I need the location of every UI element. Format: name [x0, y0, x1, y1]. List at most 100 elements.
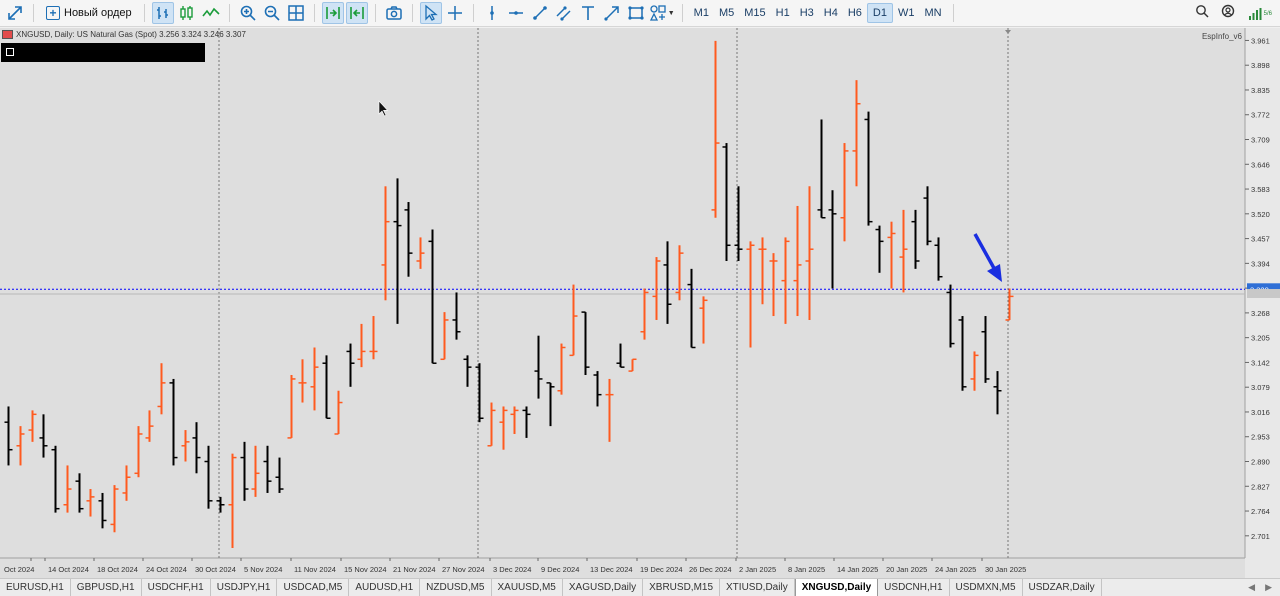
price-tick-label: 3.898: [1251, 61, 1270, 70]
date-tick-label: 9 Dec 2024: [541, 565, 579, 574]
tab-xtiusd-daily[interactable]: XTIUSD,Daily: [720, 579, 795, 596]
timeframe-m15[interactable]: M15: [739, 3, 770, 23]
new-order-icon: +: [46, 6, 60, 20]
date-tick-label: Oct 2024: [4, 565, 34, 574]
toolbar-divider: [33, 4, 34, 22]
price-tick-label: 3.016: [1251, 408, 1270, 417]
text-icon[interactable]: [577, 2, 599, 24]
restore-icon[interactable]: [6, 48, 14, 56]
price-chart[interactable]: 3.961 3.898 3.835 3.772 3.709 3.646 3.583 3.520…: [0, 28, 1280, 578]
new-order-button[interactable]: + Новый ордер: [40, 2, 138, 24]
timeframe-h3[interactable]: H3: [795, 3, 819, 23]
price-tick-label: 3.583: [1251, 185, 1270, 194]
chart-canvas[interactable]: 3.961 3.898 3.835 3.772 3.709 3.646 3.583 3.520…: [0, 28, 1280, 578]
rectangle-icon[interactable]: [625, 2, 647, 24]
price-tick-label: 3.205: [1251, 334, 1270, 343]
price-tick-label: 2.827: [1251, 482, 1270, 491]
date-tick-label: 24 Jan 2025: [935, 565, 976, 574]
tab-scroll-left-icon[interactable]: ◀: [1248, 582, 1255, 593]
tab-xauusd-m5[interactable]: XAUUSD,M5: [492, 579, 563, 596]
toolbar-divider: [228, 4, 230, 22]
tab-eurusd-h1[interactable]: EURUSD,H1: [0, 579, 71, 596]
timeframe-m5[interactable]: M5: [714, 3, 739, 23]
price-tick-label: 2.764: [1251, 507, 1270, 516]
cursor-icon[interactable]: [419, 2, 442, 24]
price-tick-label: 3.772: [1251, 111, 1270, 120]
crosshair-icon[interactable]: [444, 2, 466, 24]
tab-gbpusd-h1[interactable]: GBPUSD,H1: [71, 579, 142, 596]
price-tick-label: 2.890: [1251, 458, 1270, 467]
tab-xbrusd-m15[interactable]: XBRUSD,M15: [643, 579, 721, 596]
date-tick-label: 30 Oct 2024: [195, 565, 236, 574]
date-tick-label: 26 Dec 2024: [689, 565, 732, 574]
expand-icon[interactable]: [4, 2, 26, 24]
date-tick-label: 13 Dec 2024: [590, 565, 633, 574]
candles-icon[interactable]: [176, 2, 198, 24]
date-tick-label: 5 Nov 2024: [244, 565, 282, 574]
horizontal-line-icon[interactable]: [505, 2, 527, 24]
tab-xagusd-daily[interactable]: XAGUSD,Daily: [563, 579, 644, 596]
toolbar-divider: [374, 4, 376, 22]
tab-usdjpy-h1[interactable]: USDJPY,H1: [211, 579, 278, 596]
timeframe-w1[interactable]: W1: [893, 3, 920, 23]
timeframe-h4[interactable]: H4: [819, 3, 843, 23]
symbol-line: XNGUSD, Daily: US Natural Gas (Spot) 3.2…: [16, 30, 246, 39]
price-tick-label: 3.457: [1251, 235, 1270, 244]
date-tick-label: 15 Nov 2024: [344, 565, 387, 574]
tab-audusd-h1[interactable]: AUDUSD,H1: [349, 579, 421, 596]
tab-usdcad-m5[interactable]: USDCAD,M5: [277, 579, 350, 596]
arrow-icon[interactable]: [601, 2, 623, 24]
timeframe-h6[interactable]: H6: [843, 3, 867, 23]
date-tick-label: 30 Jan 2025: [985, 565, 1026, 574]
chart-tabs: EURUSD,H1 GBPUSD,H1 USDCHF,H1 USDJPY,H1 USDC…: [0, 578, 1280, 596]
toolbar-divider: [411, 4, 413, 22]
bar-chart-icon[interactable]: [151, 2, 174, 24]
toolbar-divider: [472, 4, 474, 22]
price-tick-label: 3.835: [1251, 86, 1270, 95]
tab-xngusd-daily[interactable]: XNGUSD,Daily: [794, 579, 879, 596]
timeframe-d1[interactable]: D1: [866, 3, 893, 23]
price-tick-label: 3.394: [1251, 259, 1270, 268]
date-tick-label: 19 Dec 2024: [640, 565, 683, 574]
signal-icon[interactable]: 5/6: [1247, 7, 1272, 21]
date-tick-label: 14 Oct 2024: [48, 565, 89, 574]
price-tick-label: 3.268: [1251, 309, 1270, 318]
price-tick-label: 3.142: [1251, 358, 1270, 367]
search-icon[interactable]: [1195, 4, 1209, 23]
date-tick-label: 2 Jan 2025: [739, 565, 776, 574]
date-tick-label: 27 Nov 2024: [442, 565, 485, 574]
date-tick-label: 11 Nov 2024: [294, 565, 336, 574]
tab-usdcnh-h1[interactable]: USDCNH,H1: [878, 579, 950, 596]
price-tick-label: 3.079: [1251, 383, 1270, 392]
tab-usdzar-daily[interactable]: USDZAR,Daily: [1023, 579, 1102, 596]
trendline-icon[interactable]: [529, 2, 551, 24]
grid-icon[interactable]: [285, 2, 307, 24]
date-tick-label: 20 Jan 2025: [886, 565, 927, 574]
toolbar-divider: [143, 4, 145, 22]
timeframe-h1[interactable]: H1: [771, 3, 795, 23]
community-icon[interactable]: [1221, 4, 1235, 23]
zoom-out-icon[interactable]: [261, 2, 283, 24]
line-chart-icon[interactable]: [200, 2, 222, 24]
tab-nzdusd-m5[interactable]: NZDUSD,M5: [420, 579, 492, 596]
tab-usdmxn-m5[interactable]: USDMXN,M5: [950, 579, 1023, 596]
date-tick-label: 3 Dec 2024: [493, 565, 531, 574]
date-tick-label: 21 Nov 2024: [393, 565, 436, 574]
vertical-line-icon[interactable]: [481, 2, 503, 24]
chart-shift-icon[interactable]: [345, 2, 368, 24]
screenshot-icon[interactable]: [383, 2, 405, 24]
tab-scroll-right-icon[interactable]: ▶: [1265, 582, 1272, 593]
indicator-panel[interactable]: [1, 43, 205, 62]
tab-usdchf-h1[interactable]: USDCHF,H1: [142, 579, 211, 596]
timeframe-mn[interactable]: MN: [919, 3, 946, 23]
date-tick-label: 24 Oct 2024: [146, 565, 187, 574]
shapes-icon[interactable]: ▼: [649, 2, 675, 24]
channel-icon[interactable]: [553, 2, 575, 24]
price-tick-label: 2.953: [1251, 433, 1270, 442]
autoscroll-icon[interactable]: [321, 2, 344, 24]
price-tick-label: 2.701: [1251, 532, 1270, 541]
symbol-header: XNGUSD, Daily: US Natural Gas (Spot) 3.2…: [2, 30, 246, 39]
timeframe-m1[interactable]: M1: [689, 3, 714, 23]
date-tick-label: 8 Jan 2025: [788, 565, 825, 574]
zoom-in-icon[interactable]: [237, 2, 259, 24]
